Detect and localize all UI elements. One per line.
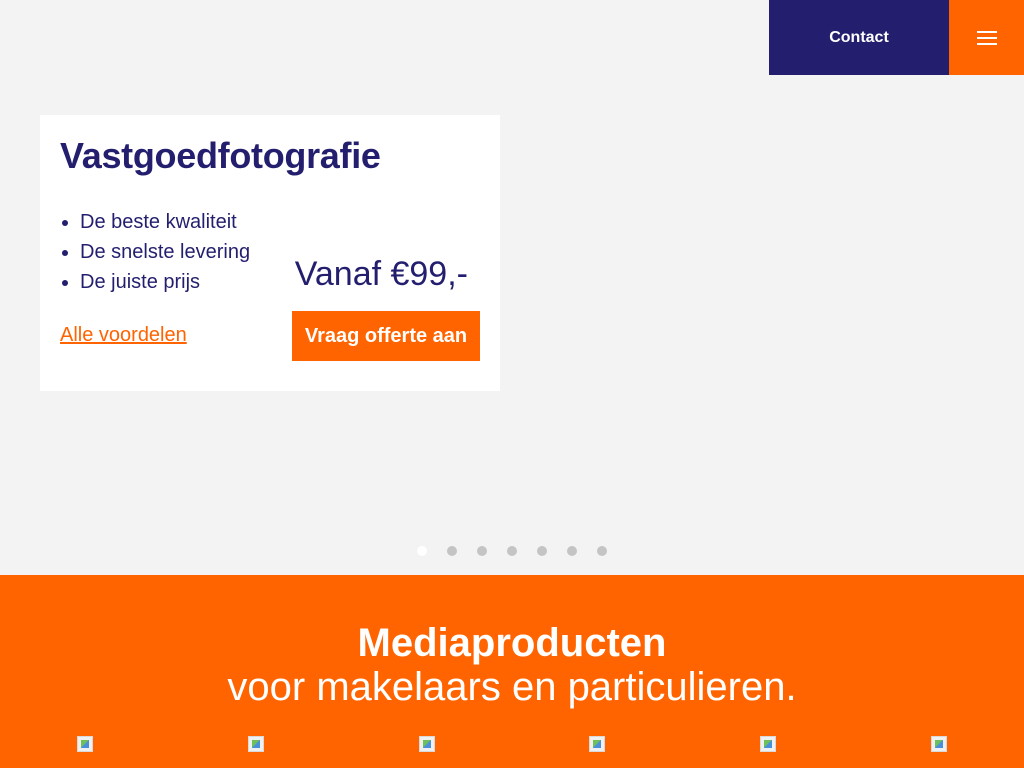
broken-image-icon[interactable] xyxy=(419,736,435,752)
broken-image-icon[interactable] xyxy=(760,736,776,752)
page: Contact Vastgoedfotografie De beste kwal… xyxy=(0,0,1024,768)
slider-dot[interactable] xyxy=(507,546,517,556)
benefit-item: De juiste prijs xyxy=(80,267,250,297)
slider-dot[interactable] xyxy=(447,546,457,556)
contact-button[interactable]: Contact xyxy=(769,0,949,75)
product-images-row xyxy=(77,736,977,756)
price-label: Vanaf €99,- xyxy=(294,255,468,293)
hamburger-menu-icon xyxy=(976,30,997,45)
request-quote-button[interactable]: Vraag offerte aan xyxy=(292,311,480,361)
slider-dot[interactable] xyxy=(477,546,487,556)
section-subtitle: voor makelaars en particulieren. xyxy=(227,665,797,709)
media-products-section: Mediaproducten voor makelaars en particu… xyxy=(0,575,1024,768)
slider-dot[interactable] xyxy=(417,546,427,556)
hero-title: Vastgoedfotografie xyxy=(60,135,381,176)
benefit-item: De snelste levering xyxy=(80,237,250,267)
slider-dot[interactable] xyxy=(597,546,607,556)
benefits-list: De beste kwaliteit De snelste levering D… xyxy=(80,207,250,297)
benefit-item: De beste kwaliteit xyxy=(80,207,250,237)
hero-card: Vastgoedfotografie De beste kwaliteit De… xyxy=(40,115,500,391)
broken-image-icon[interactable] xyxy=(931,736,947,752)
contact-button-label: Contact xyxy=(829,28,889,46)
all-benefits-link[interactable]: Alle voordelen xyxy=(60,324,187,347)
slider-dot[interactable] xyxy=(537,546,547,556)
menu-button[interactable] xyxy=(949,0,1024,75)
slider-dot[interactable] xyxy=(567,546,577,556)
broken-image-icon[interactable] xyxy=(248,736,264,752)
broken-image-icon[interactable] xyxy=(77,736,93,752)
broken-image-icon[interactable] xyxy=(589,736,605,752)
slider-dots xyxy=(0,546,1024,556)
section-title: Mediaproducten xyxy=(357,621,667,665)
